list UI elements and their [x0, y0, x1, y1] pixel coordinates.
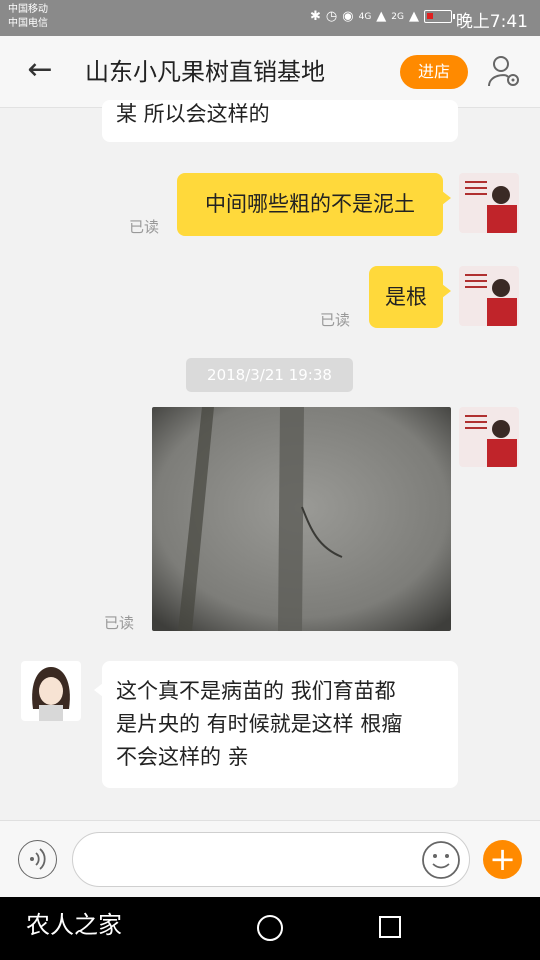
- avatar-self[interactable]: [459, 407, 519, 467]
- voice-icon: [30, 848, 46, 870]
- network-label: 4G: [358, 11, 372, 22]
- signal-icon: ▲: [376, 9, 387, 24]
- avatar-image: [459, 266, 519, 326]
- alarm-icon: ◷: [325, 9, 338, 24]
- back-arrow-icon[interactable]: ←: [22, 52, 58, 88]
- chat-title: 山东小凡果树直销基地: [85, 58, 325, 86]
- system-nav-bar: 农人之家: [0, 897, 540, 960]
- avatar-seller[interactable]: [21, 661, 81, 721]
- network-label-secondary: 2G: [391, 11, 404, 22]
- avatar-image: [459, 407, 519, 467]
- bluetooth-icon: ✱: [310, 9, 321, 24]
- carrier-primary: 中国移动: [8, 4, 48, 15]
- status-bar: 中国移动 中国电信 ✱ ◷ ◉ 4G ▲ 2G ▲ 晚上7:41: [0, 0, 540, 36]
- eye-icon: ◉: [342, 9, 354, 24]
- avatar-self[interactable]: [459, 173, 519, 233]
- read-status: 已读: [104, 614, 135, 632]
- message-bubble-sent[interactable]: 中间哪些粗的不是泥土: [177, 173, 451, 236]
- status-icons: ✱ ◷ ◉ 4G ▲ 2G ▲: [310, 9, 455, 24]
- message-bubble-partial: 某 所以会这样的: [102, 100, 458, 142]
- message-bubble-sent[interactable]: 是根: [369, 266, 451, 328]
- message-text-line: 这个真不是病苗的 我们育苗都: [116, 679, 396, 703]
- signal-icon: ▲: [409, 9, 419, 24]
- message-text-line: 是片央的 有时候就是这样 根瘤: [116, 712, 403, 736]
- carrier-secondary: 中国电信: [8, 18, 48, 29]
- chat-timestamp: 2018/3/21 19:38: [186, 358, 353, 392]
- user-settings-icon[interactable]: [486, 53, 522, 89]
- status-time: 晚上7:41: [455, 12, 528, 32]
- avatar-self[interactable]: [459, 266, 519, 326]
- add-attachment-button[interactable]: +: [483, 840, 522, 879]
- avatar-image: [21, 661, 81, 721]
- message-input[interactable]: [72, 832, 470, 887]
- home-circle-icon[interactable]: [257, 915, 283, 941]
- message-bubble-received[interactable]: 这个真不是病苗的 我们育苗都 是片央的 有时候就是这样 根瘤 不会这样的 亲: [94, 661, 458, 788]
- read-status: 已读: [320, 311, 351, 329]
- input-bar: +: [0, 820, 540, 897]
- chat-header: ← 山东小凡果树直销基地 进店: [0, 36, 540, 108]
- photo-message[interactable]: [152, 407, 451, 631]
- recent-apps-square-icon[interactable]: [379, 916, 401, 938]
- emoji-icon[interactable]: [421, 840, 461, 880]
- voice-input-button[interactable]: [18, 840, 57, 879]
- enter-store-button[interactable]: 进店: [400, 55, 468, 89]
- read-status: 已读: [129, 218, 160, 236]
- photo-image: [152, 407, 451, 631]
- message-text: 某 所以会这样的: [116, 102, 270, 126]
- watermark-logo: 农人之家: [26, 911, 122, 939]
- message-text-line: 不会这样的 亲: [116, 745, 249, 769]
- battery-icon: [424, 10, 455, 23]
- avatar-image: [459, 173, 519, 233]
